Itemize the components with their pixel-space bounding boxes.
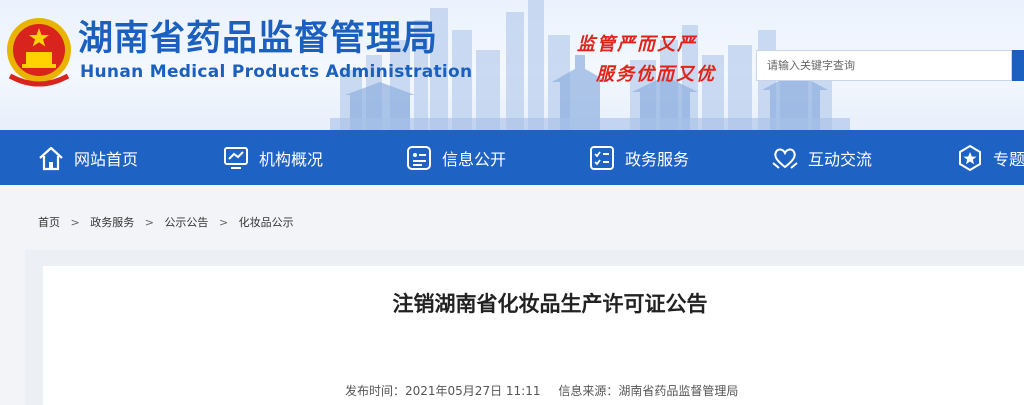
slogan-line-1: 监管严而又严 xyxy=(577,34,697,55)
nav-item-label: 网站首页 xyxy=(74,149,139,169)
search-box xyxy=(756,50,1017,81)
nav-item-info-disclosure[interactable]: 信息公开 xyxy=(404,130,506,185)
nav-item-interaction[interactable]: 互动交流 xyxy=(770,130,872,185)
search-input[interactable] xyxy=(757,51,1017,80)
slogan-line-2: 服务优而又优 xyxy=(596,64,716,85)
breadcrumb-separator: > xyxy=(218,216,229,229)
nav-item-label: 政务服务 xyxy=(625,149,690,169)
breadcrumb-link-home[interactable]: 首页 xyxy=(38,216,60,229)
national-emblem-logo xyxy=(7,18,71,87)
article-title: 注销湖南省化妆品生产许可证公告 xyxy=(392,292,708,316)
checklist-icon xyxy=(590,145,614,170)
nav-item-label: 专题 xyxy=(993,149,1024,169)
breadcrumb-link-announcements[interactable]: 公示公告 xyxy=(164,216,208,229)
breadcrumb-link-gov-services[interactable]: 政务服务 xyxy=(90,216,134,229)
info-card-icon xyxy=(407,145,431,170)
info-source: 信息来源：湖南省药品监督管理局 xyxy=(558,384,739,398)
star-badge-icon xyxy=(959,144,981,171)
breadcrumb: 首页 > 政务服务 > 公示公告 > 化妆品公示 xyxy=(38,214,294,230)
breadcrumb-separator: > xyxy=(70,216,80,229)
nav-item-special-topics[interactable]: 专题 xyxy=(955,130,1024,185)
breadcrumb-link-cosmetics[interactable]: 化妆品公示 xyxy=(239,216,294,229)
search-button[interactable] xyxy=(1012,50,1024,81)
main-navigation: 网站首页 机构概况 信息公开 政务服务 互动交流 专题 xyxy=(0,130,1024,185)
home-icon xyxy=(39,146,63,170)
nav-item-label: 互动交流 xyxy=(808,149,873,169)
article-meta: 发布时间：2021年05月27日 11:11 信息来源：湖南省药品监督管理局 xyxy=(345,382,752,399)
nav-item-gov-services[interactable]: 政务服务 xyxy=(587,130,689,185)
monitor-chart-icon xyxy=(224,146,248,169)
nav-item-home[interactable]: 网站首页 xyxy=(36,130,138,185)
site-subtitle-en: Hunan Medical Products Administration xyxy=(80,62,473,82)
site-title: 湖南省药品监督管理局 xyxy=(78,19,439,59)
site-header: 湖南省药品监督管理局 Hunan Medical Products Admini… xyxy=(0,0,1024,130)
nav-item-label: 机构概况 xyxy=(259,149,324,169)
publish-time: 发布时间：2021年05月27日 11:11 xyxy=(345,384,541,398)
breadcrumb-separator: > xyxy=(144,216,154,229)
nav-item-label: 信息公开 xyxy=(442,149,507,169)
heart-hands-icon xyxy=(772,148,798,169)
nav-item-about[interactable]: 机构概况 xyxy=(221,130,323,185)
